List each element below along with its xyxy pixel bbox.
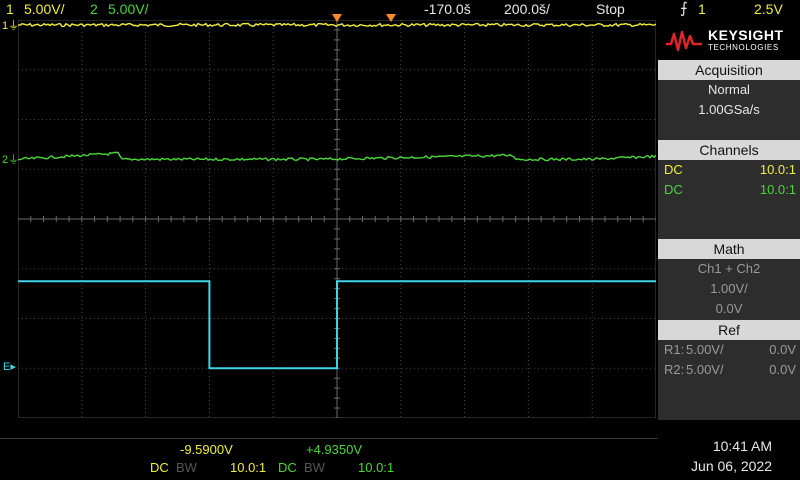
- ref1-offset: 0.0V: [769, 342, 796, 357]
- sample-rate: 1.00GSa/s: [698, 102, 760, 117]
- ch1-scale[interactable]: 5.00V/: [24, 0, 64, 18]
- acquisition-header[interactable]: Acquisition: [658, 60, 800, 80]
- ref2-offset: 0.0V: [769, 362, 796, 377]
- math-body[interactable]: Ch1 + Ch2 1.00V/ 0.0V: [658, 259, 800, 320]
- ref1-scale: 5.00V/: [686, 342, 724, 357]
- acquisition-mode: Normal: [708, 82, 750, 97]
- ch1-offset[interactable]: -9.5900V: [180, 442, 233, 457]
- trigger-level[interactable]: 2.5V: [754, 0, 783, 18]
- ch2-scale[interactable]: 5.00V/: [108, 0, 148, 18]
- ch2-number[interactable]: 2: [90, 0, 98, 18]
- ch1-probe: 10.0:1: [759, 162, 796, 177]
- brand-name: KEYSIGHT: [708, 27, 784, 43]
- ref-body[interactable]: R1: 5.00V/ 0.0V R2: 5.00V/ 0.0V: [658, 340, 800, 420]
- math-trace: [18, 280, 656, 370]
- channels-header[interactable]: Channels: [658, 140, 800, 160]
- math-marker[interactable]: E▸: [3, 360, 16, 373]
- ch2-ground-marker[interactable]: 2⏚: [2, 151, 19, 167]
- graticule: [18, 20, 656, 418]
- arrow-right-icon: ▸: [10, 361, 16, 374]
- ground-icon: ⏚: [8, 154, 20, 167]
- ref-header[interactable]: Ref: [658, 320, 800, 340]
- timebase-scale[interactable]: 200.0š/: [504, 0, 550, 18]
- bottom-divider: [0, 438, 658, 439]
- ch1-ground-marker[interactable]: 1⏚: [2, 17, 19, 33]
- trigger-source[interactable]: 1: [698, 0, 706, 18]
- ch2-probe: 10.0:1: [759, 182, 796, 197]
- trigger-edge-icon: ⨍: [680, 0, 688, 17]
- ch1-bw-limit: BW: [176, 460, 197, 475]
- ref2-scale: 5.00V/: [686, 362, 724, 377]
- ch1-bottom-coupling: DC: [150, 460, 169, 475]
- ground-icon: ⏚: [8, 19, 20, 32]
- keysight-logo: KEYSIGHT TECHNOLOGIES: [658, 20, 800, 60]
- ch1-bottom-probe: 10.0:1: [230, 460, 267, 475]
- math-offset: 0.0V: [715, 301, 743, 316]
- ch2-bottom-coupling: DC: [278, 460, 297, 475]
- acquisition-body[interactable]: Normal 1.00GSa/s: [658, 80, 800, 140]
- math-scale: 1.00V/: [710, 281, 748, 296]
- status-bar: 1 5.00V/ 2 5.00V/ -170.0š 200.0š/ Stop ⨍…: [0, 0, 800, 18]
- clock-time: 10:41 AM: [712, 438, 772, 454]
- channel-row-2[interactable]: DC 10.0:1: [658, 180, 800, 200]
- ch1-number[interactable]: 1: [6, 0, 14, 18]
- waveform-display[interactable]: [18, 20, 656, 418]
- math-expression: Ch1 + Ch2: [697, 261, 761, 276]
- side-panel: KEYSIGHT TECHNOLOGIES Acquisition Normal…: [658, 20, 800, 420]
- trigger-position-marker-icon[interactable]: [332, 14, 342, 22]
- ch1-coupling: DC: [664, 162, 683, 177]
- ref2-name: R2:: [664, 362, 685, 377]
- ref1-name: R1:: [664, 342, 685, 357]
- ch2-bw-limit: BW: [304, 460, 325, 475]
- math-header[interactable]: Math: [658, 239, 800, 259]
- ref-row-2[interactable]: R2: 5.00V/ 0.0V: [658, 360, 800, 380]
- ch2-offset[interactable]: +4.9350V: [306, 442, 362, 457]
- horizontal-delay[interactable]: -170.0š: [424, 0, 471, 18]
- clock-date: Jun 06, 2022: [691, 458, 772, 474]
- channel-row-1[interactable]: DC 10.0:1: [658, 160, 800, 180]
- run-state[interactable]: Stop: [596, 0, 625, 18]
- ref-row-1[interactable]: R1: 5.00V/ 0.0V: [658, 340, 800, 360]
- channels-body[interactable]: DC 10.0:1 DC 10.0:1: [658, 160, 800, 240]
- delay-marker-icon[interactable]: [386, 14, 396, 22]
- ch2-coupling: DC: [664, 182, 683, 197]
- bottom-bar: -9.5900V +4.9350V DC BW 10.0:1 DC BW 10.…: [0, 420, 800, 480]
- brand-subtitle: TECHNOLOGIES: [708, 43, 779, 52]
- keysight-wave-icon: [666, 30, 702, 52]
- ch2-bottom-probe: 10.0:1: [358, 460, 395, 475]
